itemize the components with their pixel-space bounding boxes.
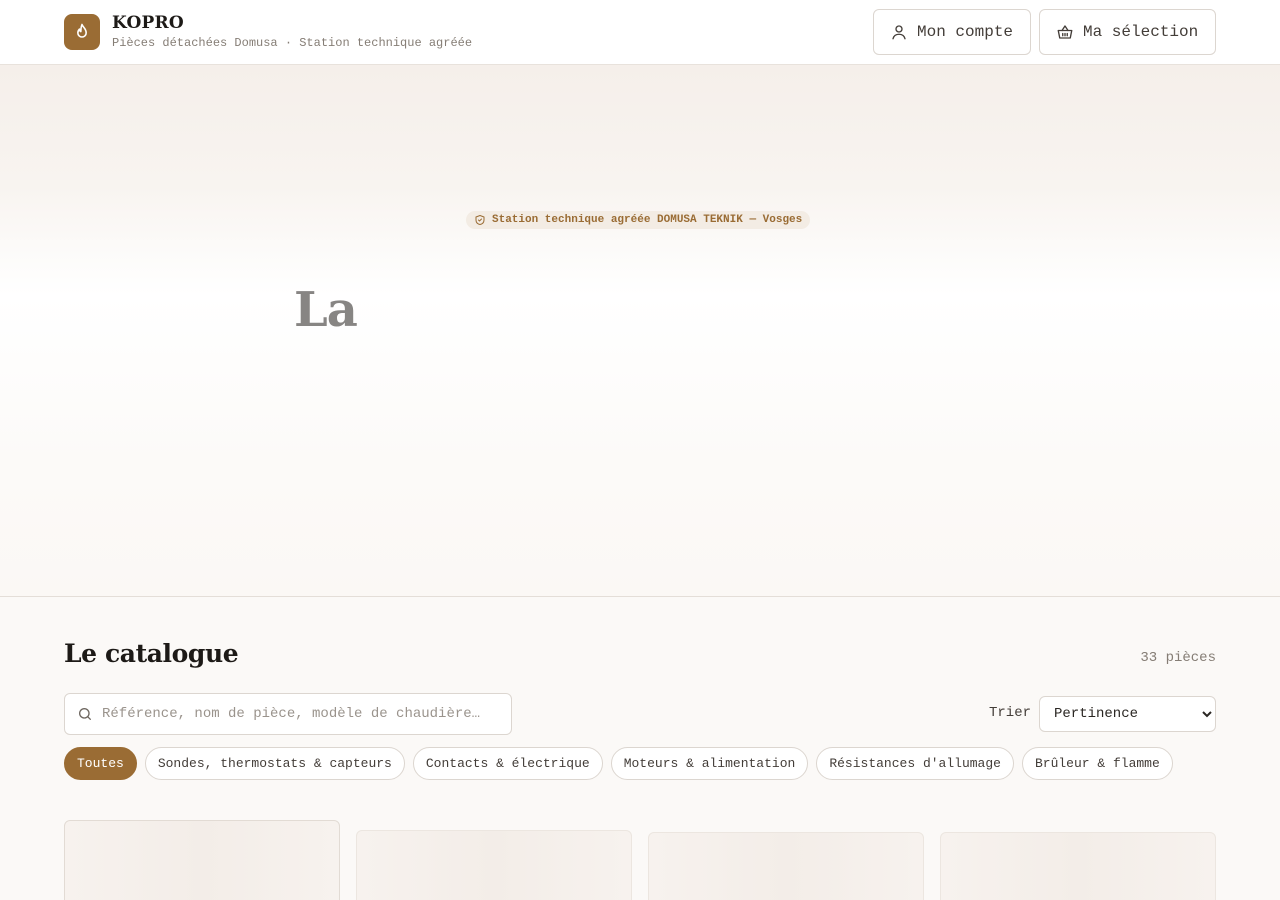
product-card[interactable] (64, 820, 340, 900)
sort-label: Trier (989, 705, 1032, 721)
product-card[interactable] (940, 832, 1216, 900)
site-header: KOPRO Pièces détachées Domusa · Station … (0, 0, 1280, 65)
hero-section: Station technique agréée DOMUSA TEKNIK —… (0, 65, 1280, 597)
flame-icon (77, 23, 87, 38)
filter-chip-ignition[interactable]: Résistances d'allumage (816, 747, 1014, 780)
basket-icon (1057, 25, 1073, 39)
account-label: Mon compte (917, 23, 1014, 41)
filter-chip-electrical[interactable]: Contacts & électrique (412, 747, 603, 780)
brand-name[interactable]: KOPRO (112, 13, 184, 33)
selection-label: Ma sélection (1083, 23, 1199, 41)
product-card[interactable] (356, 830, 632, 900)
filter-chip-burner[interactable]: Brûleur & flamme (1021, 747, 1173, 780)
catalogue-title: Le catalogue (64, 639, 239, 668)
shield-check-icon (475, 215, 485, 225)
hero-title: La (294, 282, 358, 338)
category-filters: Toutes Sondes, thermostats & capteurs Co… (64, 747, 1173, 780)
search-icon (79, 708, 91, 720)
selection-button[interactable]: Ma sélection (1039, 9, 1216, 55)
certification-badge: Station technique agréée DOMUSA TEKNIK —… (466, 211, 811, 229)
search-box[interactable] (64, 693, 512, 735)
filter-chip-motors[interactable]: Moteurs & alimentation (610, 747, 809, 780)
catalogue-count: 33 pièces (1140, 650, 1216, 666)
product-card[interactable] (648, 832, 924, 900)
filter-chip-all[interactable]: Toutes (64, 747, 137, 780)
sort-select[interactable]: Pertinence (1039, 696, 1216, 732)
brand-tagline: Pièces détachées Domusa · Station techni… (112, 36, 473, 50)
user-icon (892, 25, 906, 40)
badge-text: Station technique agréée DOMUSA TEKNIK —… (492, 214, 803, 226)
account-button[interactable]: Mon compte (873, 9, 1031, 55)
logo[interactable] (64, 14, 100, 50)
filter-chip-sensors[interactable]: Sondes, thermostats & capteurs (144, 747, 405, 780)
search-input[interactable] (102, 706, 492, 722)
